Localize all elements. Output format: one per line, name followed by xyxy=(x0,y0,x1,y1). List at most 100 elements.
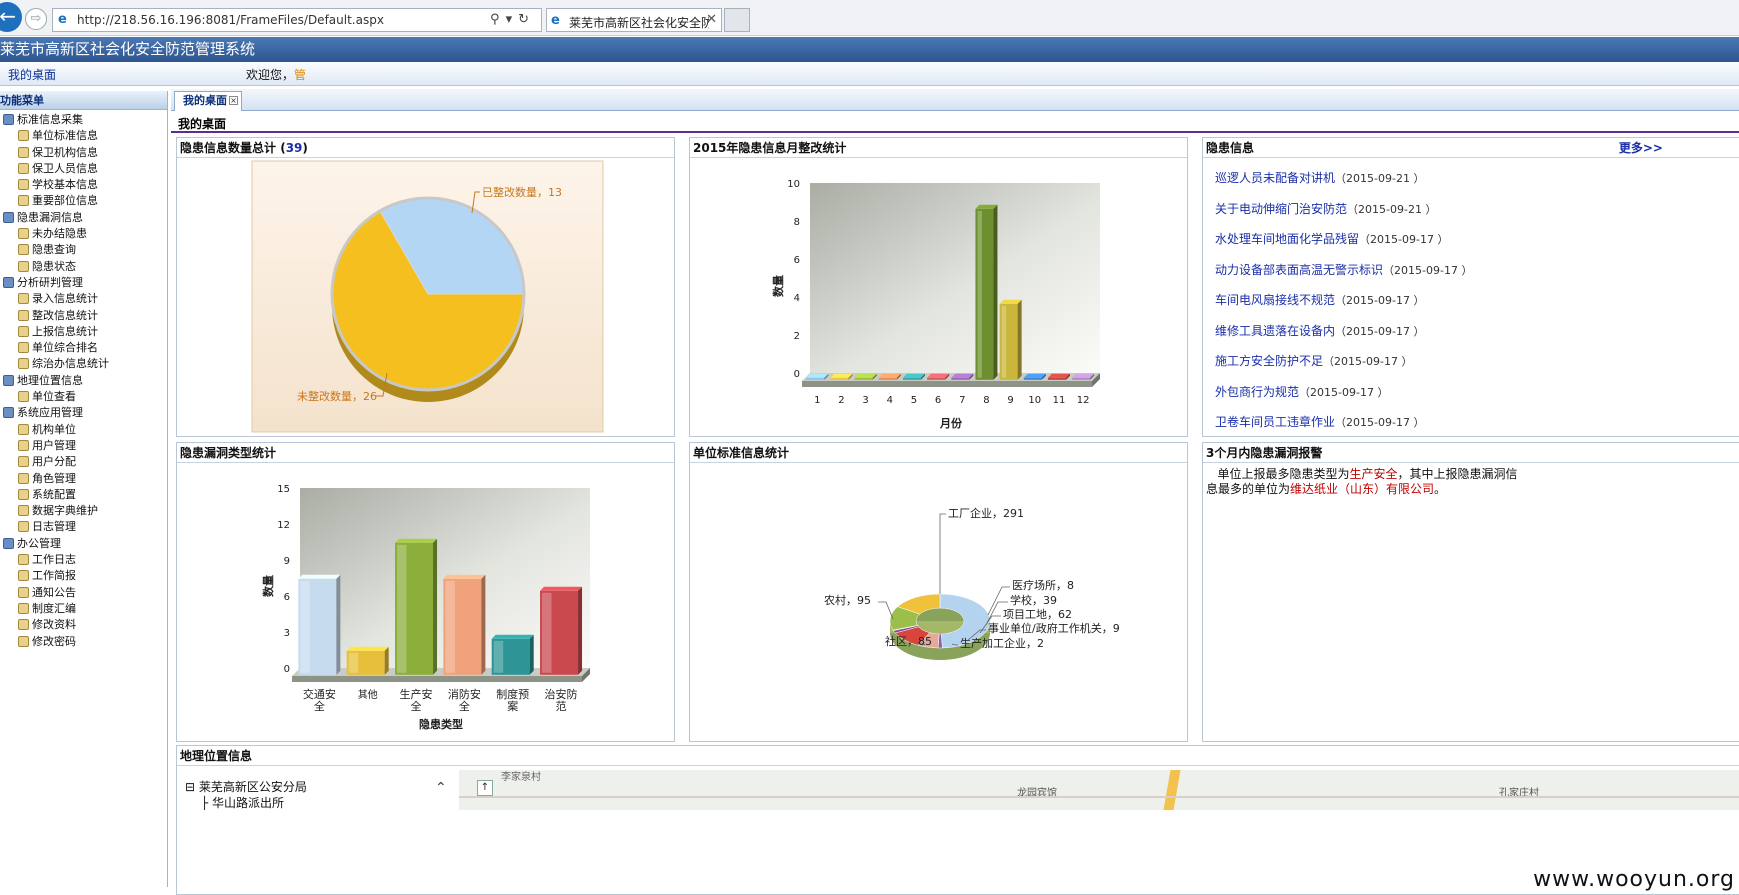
bar-front[interactable] xyxy=(1023,377,1042,380)
my-desktop-link[interactable]: 我的桌面 xyxy=(8,66,56,83)
menu-group[interactable]: 办公管理 xyxy=(0,536,167,552)
risk-item-link[interactable]: 水处理车间地面化学品残留 xyxy=(1215,232,1359,246)
bar[interactable] xyxy=(927,373,950,380)
menu-item[interactable]: 工作简报 xyxy=(0,568,167,584)
tree-child-label[interactable]: 华山路派出所 xyxy=(212,796,284,810)
menu-item[interactable]: 隐患状态 xyxy=(0,259,167,275)
user-name[interactable]: 管 xyxy=(294,68,306,82)
bar[interactable] xyxy=(878,373,901,380)
menu-item[interactable]: 未办结隐患 xyxy=(0,226,167,242)
menu-item[interactable]: 系统配置 xyxy=(0,487,167,503)
menu-group[interactable]: 分析研判管理 xyxy=(0,275,167,291)
bar[interactable] xyxy=(395,538,438,675)
menu-item[interactable]: 保卫人员信息 xyxy=(0,161,167,177)
menu-item[interactable]: 角色管理 xyxy=(0,471,167,487)
menu-item[interactable]: 修改密码 xyxy=(0,634,167,650)
menu-item[interactable]: 工作日志 xyxy=(0,552,167,568)
back-arrow-icon[interactable]: ← xyxy=(0,2,22,32)
menu-item[interactable]: 学校基本信息 xyxy=(0,177,167,193)
forward-arrow-icon[interactable]: ⇨ xyxy=(25,8,47,30)
menu-item[interactable]: 单位综合排名 xyxy=(0,340,167,356)
map-zoom-icon[interactable]: ↑ xyxy=(477,780,493,796)
risk-item-link[interactable]: 巡逻人员未配备对讲机 xyxy=(1215,171,1335,185)
search-refresh-icon[interactable]: ⚲▾↻ xyxy=(490,12,535,27)
plot-area xyxy=(810,183,1100,373)
more-link[interactable]: 更多>> xyxy=(1619,138,1663,158)
bar[interactable] xyxy=(1072,373,1095,380)
menu-group[interactable]: 地理位置信息 xyxy=(0,373,167,389)
menu-item[interactable]: 用户分配 xyxy=(0,454,167,470)
bar[interactable] xyxy=(999,299,1022,380)
bar[interactable] xyxy=(491,634,534,675)
new-tab-button[interactable] xyxy=(724,8,750,32)
risk-item-link[interactable]: 动力设备部表面高温无警示标识 xyxy=(1215,263,1383,277)
bar[interactable] xyxy=(540,586,583,675)
panel-alarm: 3个月内隐患漏洞报警 单位上报最多隐患类型为生产安全，其中上报隐患漏洞信息最多的… xyxy=(1202,442,1739,742)
bar[interactable] xyxy=(951,373,974,380)
map-view[interactable]: ↑ 李家泉村 龙园宾馆 孔家庄村 xyxy=(459,770,1739,810)
menu-item[interactable]: 上报信息统计 xyxy=(0,324,167,340)
menu-item-label: 整改信息统计 xyxy=(32,308,98,322)
bar[interactable] xyxy=(1047,373,1070,380)
risk-item-link[interactable]: 维修工具遗落在设备内 xyxy=(1215,324,1335,338)
collapse-up-icon[interactable]: ⌃ xyxy=(435,780,447,796)
risk-item-link[interactable]: 施工方安全防护不足 xyxy=(1215,354,1323,368)
bar[interactable] xyxy=(1023,373,1046,380)
menu-item[interactable]: 录入信息统计 xyxy=(0,291,167,307)
menu-item[interactable]: 单位标准信息 xyxy=(0,128,167,144)
menu-item[interactable]: 制度汇编 xyxy=(0,601,167,617)
menu-item[interactable]: 重要部位信息 xyxy=(0,193,167,209)
risk-item-link[interactable]: 外包商行为规范 xyxy=(1215,385,1299,399)
bar-front[interactable] xyxy=(878,377,897,380)
menu-item[interactable]: 单位查看 xyxy=(0,389,167,405)
menu-item-label: 重要部位信息 xyxy=(32,194,98,208)
bar-front[interactable] xyxy=(806,377,825,380)
bar[interactable] xyxy=(975,204,998,380)
menu-group[interactable]: 隐患漏洞信息 xyxy=(0,210,167,226)
menu-item[interactable]: 通知公告 xyxy=(0,585,167,601)
menu-item[interactable]: 整改信息统计 xyxy=(0,308,167,324)
risk-item-link[interactable]: 卫卷车间员工违章作业 xyxy=(1215,415,1335,429)
bar-front[interactable] xyxy=(951,377,970,380)
menu-item[interactable]: 隐患查询 xyxy=(0,242,167,258)
bar-front[interactable] xyxy=(1047,377,1066,380)
address-bar[interactable]: e http://218.56.16.196:8081/FrameFiles/D… xyxy=(52,8,542,32)
donut-label: 生产加工企业，2 xyxy=(960,636,1044,650)
menu-item[interactable]: 机构单位 xyxy=(0,422,167,438)
close-icon[interactable]: × xyxy=(229,96,238,105)
tree-root-label[interactable]: 莱芜高新区公安分局 xyxy=(199,780,307,794)
bar[interactable] xyxy=(806,373,829,380)
menu-group[interactable]: 系统应用管理 xyxy=(0,405,167,421)
bar[interactable] xyxy=(830,373,853,380)
menu-item[interactable]: 用户管理 xyxy=(0,438,167,454)
menu-item[interactable]: 日志管理 xyxy=(0,519,167,535)
address-url[interactable]: http://218.56.16.196:8081/FrameFiles/Def… xyxy=(77,13,384,27)
bar[interactable] xyxy=(854,373,877,380)
bar[interactable] xyxy=(443,574,486,675)
monthly-bar-chart: 0246810数量1 2 3 4 5 6 7 8 9 10 11 12月份 xyxy=(771,179,1100,430)
risk-item: 关于电动伸缩门治安防范（2015-09-21 ） xyxy=(1215,200,1436,217)
tree-root[interactable]: ⊟ 莱芜高新区公安分局 xyxy=(185,778,307,795)
browser-tab-active[interactable]: e 莱芜市高新区社会化安全防... ✕ xyxy=(546,8,722,32)
risk-item-link[interactable]: 关于电动伸缩门治安防范 xyxy=(1215,202,1347,216)
bar-front[interactable] xyxy=(927,377,946,380)
panel-type-stats: 隐患漏洞类型统计 0 3 6 9 12 15 数量 交通安全其他 生产安全消防安全制度预案治安防… xyxy=(176,442,675,742)
menu-item[interactable]: 综治办信息统计 xyxy=(0,356,167,372)
bar[interactable] xyxy=(298,574,341,675)
menu-item[interactable]: 数据字典维护 xyxy=(0,503,167,519)
bar-front[interactable] xyxy=(902,377,921,380)
risk-item-link[interactable]: 车间电风扇接线不规范 xyxy=(1215,293,1335,307)
menu-group[interactable]: 标准信息采集 xyxy=(0,112,167,128)
bar-front[interactable] xyxy=(1072,377,1091,380)
bar-front[interactable] xyxy=(830,377,849,380)
close-tab-icon[interactable]: ✕ xyxy=(706,12,717,27)
bar-front[interactable] xyxy=(854,377,873,380)
bar[interactable] xyxy=(346,646,389,675)
menu-item[interactable]: 保卫机构信息 xyxy=(0,145,167,161)
total-count[interactable]: 39 xyxy=(286,141,303,155)
tab-my-desktop[interactable]: 我的桌面 × xyxy=(174,91,242,111)
x-tick-label: 其他 xyxy=(358,688,378,701)
menu-item[interactable]: 修改资料 xyxy=(0,617,167,633)
tree-child[interactable]: ├ 华山路派出所 xyxy=(201,794,284,811)
bar[interactable] xyxy=(902,373,925,380)
